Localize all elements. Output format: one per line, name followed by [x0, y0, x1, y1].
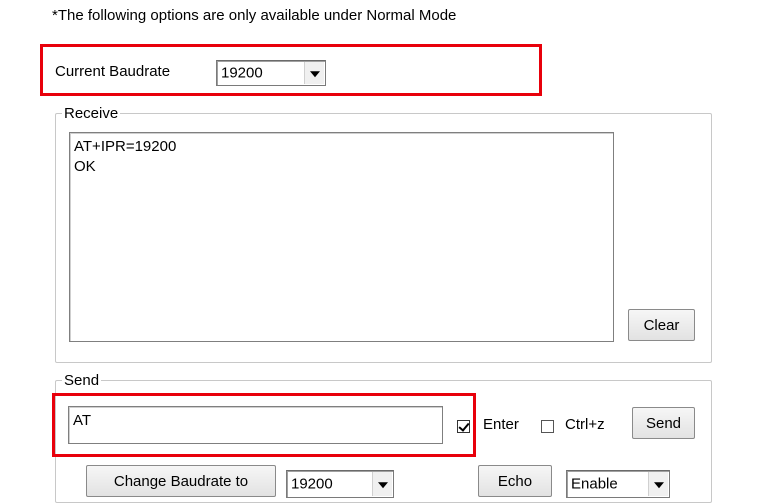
receive-lines: AT+IPR=19200 OK — [74, 137, 176, 177]
change-baudrate-value: 19200 — [291, 475, 333, 493]
current-baudrate-value: 19200 — [221, 64, 263, 82]
send-input-value: AT — [73, 412, 92, 429]
change-baudrate-select[interactable]: 19200 — [286, 470, 394, 498]
send-input[interactable]: AT — [68, 406, 443, 444]
send-legend: Send — [64, 372, 100, 389]
receive-line: AT+IPR=19200 — [74, 138, 177, 155]
echo-value: Enable — [571, 475, 618, 493]
receive-legend: Receive — [64, 105, 119, 122]
chevron-down-icon[interactable] — [648, 472, 668, 496]
send-input-text-wrap: AT — [73, 411, 91, 431]
mode-note: *The following options are only availabl… — [52, 7, 457, 24]
enter-checkbox[interactable] — [457, 420, 470, 433]
send-button[interactable]: Send — [632, 407, 695, 439]
current-baudrate-select[interactable]: 19200 — [216, 60, 326, 86]
clear-button[interactable]: Clear — [628, 309, 695, 341]
chevron-down-icon[interactable] — [372, 472, 392, 496]
enter-label: Enter — [483, 416, 519, 433]
echo-button[interactable]: Echo — [478, 465, 552, 497]
receive-line: OK — [74, 158, 96, 175]
ctrlz-checkbox[interactable] — [541, 420, 554, 433]
receive-textarea[interactable]: AT+IPR=19200 OK — [69, 132, 614, 342]
change-baudrate-button[interactable]: Change Baudrate to — [86, 465, 276, 497]
chevron-down-icon[interactable] — [304, 62, 324, 84]
echo-select[interactable]: Enable — [566, 470, 670, 498]
ctrlz-label: Ctrl+z — [565, 416, 605, 433]
current-baudrate-label: Current Baudrate — [55, 63, 171, 80]
